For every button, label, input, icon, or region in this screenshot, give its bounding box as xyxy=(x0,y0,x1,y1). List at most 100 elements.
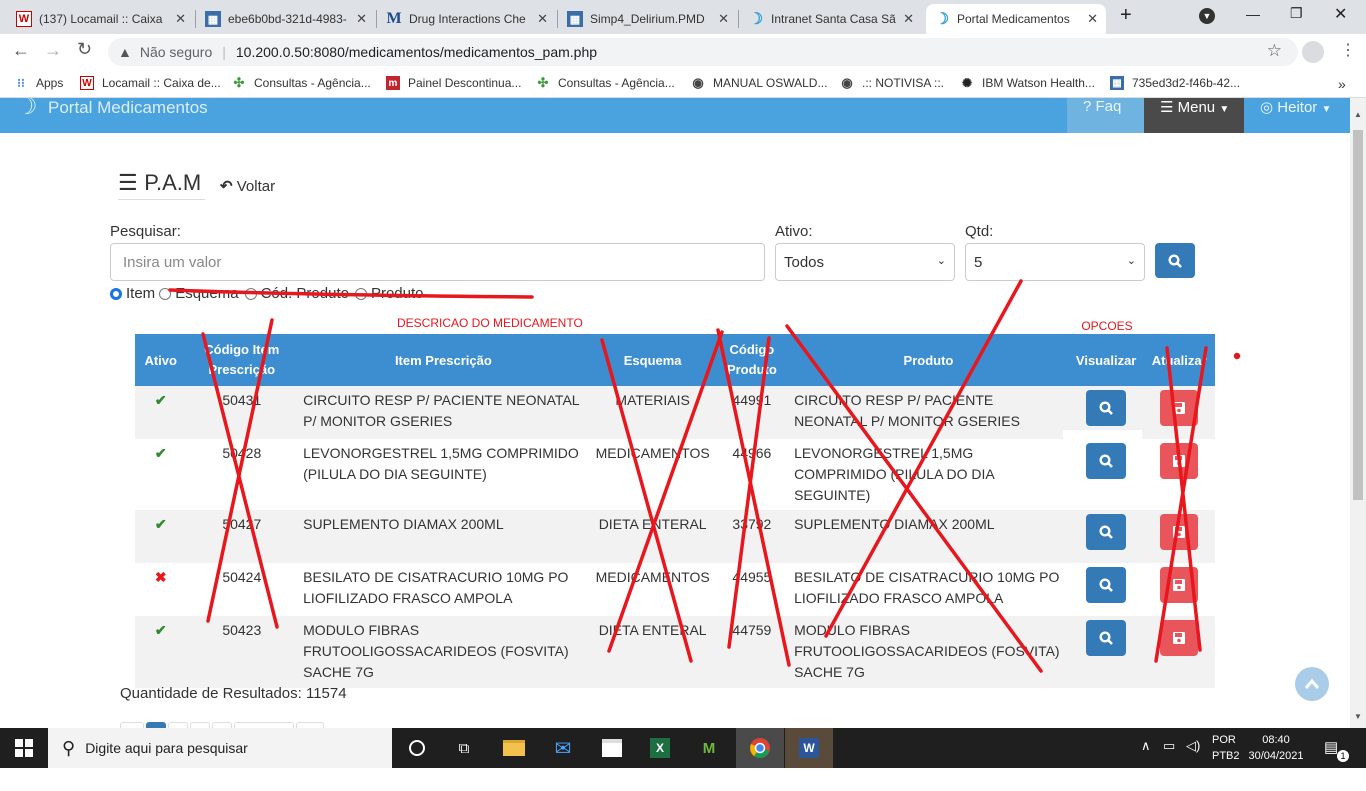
close-icon[interactable]: ✕ xyxy=(537,11,548,27)
annotation-cross-stroke xyxy=(785,324,1043,673)
restore-icon[interactable]: ❐ xyxy=(1290,5,1303,22)
notification-badge: 1 xyxy=(1337,750,1349,762)
forward-arrow-icon[interactable]: → xyxy=(44,40,62,61)
bookmark-label: Consultas - Agência... xyxy=(254,76,371,90)
url-text[interactable]: 10.200.0.50:8080/medicamentos/medicament… xyxy=(236,44,597,60)
bookmark-label: Apps xyxy=(36,76,64,90)
back-arrow-icon[interactable]: ← xyxy=(12,40,30,61)
page-scrollbar[interactable]: ▲ ▼ xyxy=(1350,98,1366,728)
annotation-cross-stroke xyxy=(727,336,771,649)
chrome-icon[interactable] xyxy=(736,728,784,768)
close-icon[interactable]: ✕ xyxy=(903,11,914,27)
annotation-cross-stroke xyxy=(716,328,791,667)
medscape-m-icon: M xyxy=(386,10,402,27)
tab-separator xyxy=(738,10,739,28)
bookmark-locamail[interactable]: W Locamail :: Caixa de... xyxy=(80,76,221,90)
browser-toolbar: ← → ↻ ▲ Não seguro | 10.200.0.50:8080/me… xyxy=(0,34,1366,70)
file-icon: ▦ xyxy=(205,11,221,27)
tab-simp4-delirium[interactable]: ▦ Simp4_Delirium.PMD ✕ xyxy=(559,4,737,34)
tab-locamail[interactable]: W (137) Locamail :: Caixa ✕ xyxy=(8,4,194,34)
window-close-icon[interactable]: ✕ xyxy=(1334,4,1347,24)
store-icon[interactable] xyxy=(590,732,634,764)
word-icon[interactable]: W xyxy=(785,728,833,768)
file-explorer-icon[interactable] xyxy=(492,732,536,764)
close-icon[interactable]: ✕ xyxy=(1087,11,1098,27)
profile-avatar-icon[interactable] xyxy=(1302,41,1324,63)
annotation-cross-stroke xyxy=(600,338,693,663)
taskbar-search-placeholder: Digite aqui para pesquisar xyxy=(85,740,248,756)
clock[interactable]: 08:40 30/04/2021 xyxy=(1244,732,1308,764)
annotation-dot xyxy=(1233,352,1241,360)
volume-icon[interactable]: ◁) xyxy=(1186,738,1200,754)
tab-separator xyxy=(557,10,558,28)
annotation-cross-stroke xyxy=(607,330,724,653)
kebab-menu-icon[interactable]: ⋮ xyxy=(1340,40,1356,60)
lang-line-2: PTB2 xyxy=(1212,750,1240,762)
mv-app-icon[interactable]: M xyxy=(687,732,731,764)
bookmarks-bar: ⁝⁝ Apps W Locamail :: Caixa de... ✣ Consult… xyxy=(0,70,1366,98)
bookmark-label: Consultas - Agência... xyxy=(558,76,675,90)
tab-title: Simp4_Delirium.PMD xyxy=(590,12,705,26)
notification-icon[interactable]: ▤ xyxy=(1324,738,1338,756)
bookmark-label: IBM Watson Health... xyxy=(982,76,1095,90)
reload-icon[interactable]: ↻ xyxy=(77,39,92,60)
tab-title: ebe6b0bd-321d-4983- xyxy=(228,12,347,26)
bookmark-consultas-2[interactable]: ✣ Consultas - Agência... xyxy=(536,75,675,90)
windows-start-icon[interactable] xyxy=(0,732,48,764)
globe-icon: ◉ xyxy=(692,75,704,90)
file-icon: ▦ xyxy=(567,11,583,27)
bookmark-consultas-1[interactable]: ✣ Consultas - Agência... xyxy=(232,75,371,90)
close-icon[interactable]: ✕ xyxy=(718,11,729,27)
annotation-whiteout xyxy=(1222,332,1248,342)
chevron-up-icon[interactable]: ∧ xyxy=(1141,738,1151,754)
scroll-up-icon[interactable]: ▲ xyxy=(1354,110,1362,119)
close-icon[interactable]: ✕ xyxy=(356,11,367,27)
apps-grid-icon: ⁝⁝ xyxy=(17,76,25,90)
task-view-icon[interactable]: ⧉ xyxy=(442,732,486,764)
cortana-icon[interactable] xyxy=(395,732,439,764)
browser-tab-bar: W (137) Locamail :: Caixa ✕ ▦ ebe6b0bd-3… xyxy=(0,0,1366,34)
mail-icon[interactable]: ✉ xyxy=(541,732,585,764)
tab-title: Drug Interactions Che xyxy=(409,12,526,26)
bookmark-notivisa[interactable]: ◉ .:: NOTIVISA ::. xyxy=(840,75,945,90)
tab-ebe6b0bd[interactable]: ▦ ebe6b0bd-321d-4983- ✕ xyxy=(197,4,375,34)
scrollbar-thumb[interactable] xyxy=(1353,130,1363,500)
language-indicator[interactable]: POR PTB2 xyxy=(1212,732,1240,764)
locaweb-w-icon: W xyxy=(80,76,94,90)
annotation-cross-stroke xyxy=(1154,346,1208,663)
scroll-down-icon[interactable]: ▼ xyxy=(1354,712,1362,721)
annotation-scribbles xyxy=(168,279,1241,673)
minimize-icon[interactable]: — xyxy=(1246,6,1260,22)
bookmark-label: 735ed3d2-f46b-42... xyxy=(1132,76,1241,90)
tab-portal-medicamentos[interactable]: ☽ Portal Medicamentos ✕ xyxy=(926,4,1106,34)
security-label: Não seguro xyxy=(139,44,213,60)
bookmark-watson[interactable]: ✺ IBM Watson Health... xyxy=(960,76,1095,90)
bookmarks-more[interactable]: » xyxy=(1338,76,1346,92)
bookmark-label: Locamail :: Caixa de... xyxy=(102,76,221,90)
tab-title: Portal Medicamentos xyxy=(957,12,1070,26)
screen-bottom-margin xyxy=(0,768,1366,791)
bookmark-apps[interactable]: ⁝⁝ Apps xyxy=(14,76,63,90)
santa-casa-icon: ☽ xyxy=(748,11,764,28)
tab-intranet[interactable]: ☽ Intranet Santa Casa Sã ✕ xyxy=(740,4,922,34)
tab-search-icon[interactable]: ▼ xyxy=(1199,8,1215,24)
bookmark-painel[interactable]: m Painel Descontinua... xyxy=(386,76,521,90)
address-bar[interactable]: ▲ Não seguro | 10.200.0.50:8080/medicame… xyxy=(108,38,1298,66)
clock-date: 30/04/2021 xyxy=(1248,750,1304,762)
taskbar-search[interactable]: ⚲ Digite aqui para pesquisar xyxy=(48,728,392,768)
bookmark-735ed3d2[interactable]: ▦ 735ed3d2-f46b-42... xyxy=(1110,76,1240,90)
tab-separator xyxy=(195,10,196,28)
painel-m-icon: m xyxy=(386,76,400,90)
windows-taskbar: ⚲ Digite aqui para pesquisar ⧉ ✉ X M W ∧… xyxy=(0,728,1366,768)
close-icon[interactable]: ✕ xyxy=(175,11,186,27)
new-tab-icon[interactable]: + xyxy=(1120,4,1132,27)
anvisa-icon: ✣ xyxy=(233,75,245,90)
network-icon[interactable]: ▭ xyxy=(1163,738,1175,754)
watson-icon: ✺ xyxy=(961,76,973,90)
excel-icon[interactable]: X xyxy=(638,732,682,764)
bookmark-label: .:: NOTIVISA ::. xyxy=(862,76,945,90)
star-icon[interactable]: ☆ xyxy=(1267,41,1282,61)
tab-drug-interactions[interactable]: M Drug Interactions Che ✕ xyxy=(378,4,556,34)
bookmark-manual[interactable]: ◉ MANUAL OSWALD... xyxy=(691,75,827,90)
globe-icon: ◉ xyxy=(841,75,853,90)
